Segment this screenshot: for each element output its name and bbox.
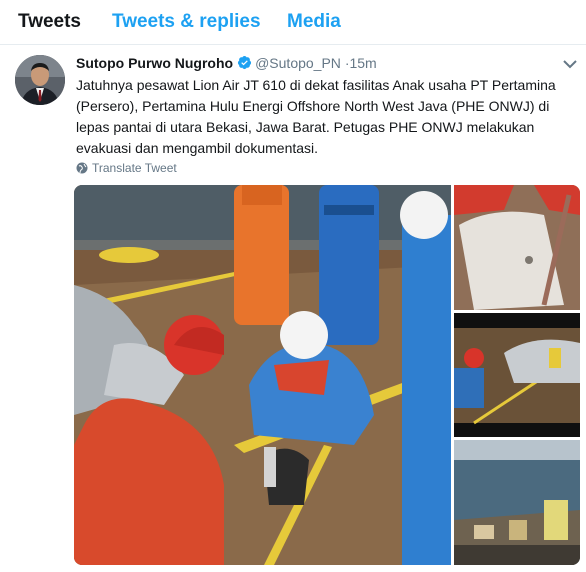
tweet-header: Sutopo Purwo Nugroho @Sutopo_PN ·15m (76, 55, 377, 73)
author-name[interactable]: Sutopo Purwo Nugroho (76, 55, 233, 71)
verified-badge-icon (237, 55, 252, 73)
tweet-media-grid (74, 185, 580, 565)
avatar-image (15, 55, 65, 105)
tweet-timestamp[interactable]: 15m (349, 55, 376, 71)
tweet-text: Jatuhnya pesawat Lion Air JT 610 di deka… (76, 77, 556, 156)
chevron-down-icon[interactable] (562, 56, 578, 72)
media-photo-main[interactable] (74, 185, 451, 565)
avatar[interactable] (15, 55, 65, 105)
profile-tabs: Tweets Tweets & replies Media (0, 0, 586, 45)
media-photo-3[interactable] (454, 313, 580, 437)
tab-tweets[interactable]: Tweets (18, 11, 81, 33)
tab-tweets-and-replies[interactable]: Tweets & replies (112, 11, 261, 33)
globe-icon (76, 162, 88, 177)
media-photo-2[interactable] (454, 185, 580, 310)
tab-media[interactable]: Media (287, 11, 341, 33)
media-photo-4[interactable] (454, 440, 580, 565)
author-handle[interactable]: @Sutopo_PN (255, 55, 341, 71)
translate-label: Translate Tweet (92, 161, 177, 175)
translate-tweet-link[interactable]: Translate Tweet (76, 161, 177, 177)
